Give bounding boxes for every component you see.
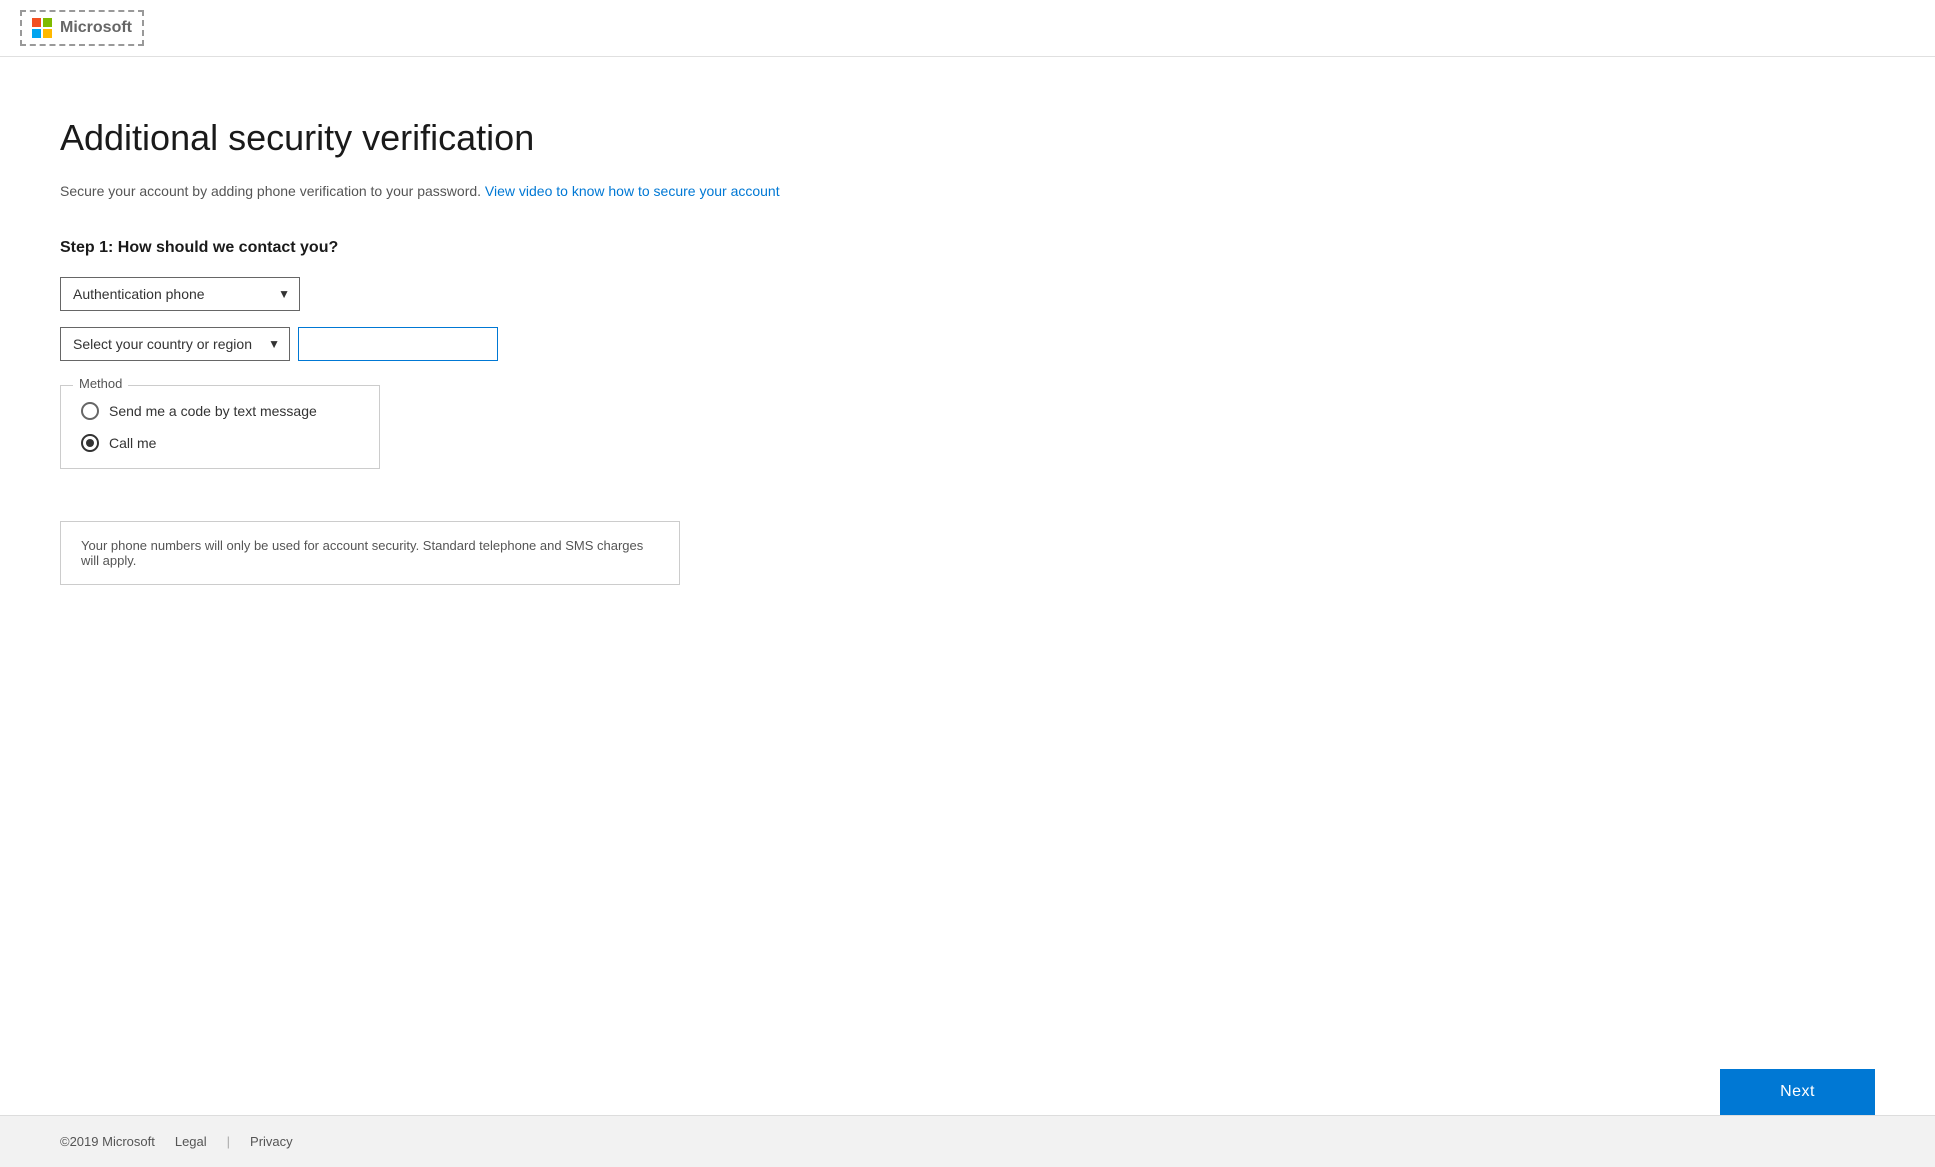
contact-method-wrapper: Authentication phone Mobile app ▼ [60,277,300,311]
ms-grid-icon [32,18,52,38]
privacy-link[interactable]: Privacy [250,1134,293,1149]
ms-yellow-square [43,29,52,38]
legal-link[interactable]: Legal [175,1134,207,1149]
radio-call-dot [86,439,94,447]
radio-call-circle [81,434,99,452]
page-title: Additional security verification [60,117,900,159]
phone-row: Select your country or region United Sta… [60,327,900,361]
page-header: Microsoft [0,0,1935,57]
ms-red-square [32,18,41,27]
next-button-container: Next [0,1069,1935,1115]
next-button[interactable]: Next [1720,1069,1875,1115]
method-legend: Method [73,376,128,391]
subtitle-link[interactable]: View video to know how to secure your ac… [485,183,780,199]
radio-text-label: Send me a code by text message [109,403,317,419]
ms-blue-square [32,29,41,38]
copyright: ©2019 Microsoft [60,1134,155,1149]
microsoft-name: Microsoft [60,19,132,37]
microsoft-logo[interactable]: Microsoft [20,10,144,46]
country-select-wrapper: Select your country or region United Sta… [60,327,290,361]
country-select[interactable]: Select your country or region United Sta… [60,327,290,361]
page-footer: ©2019 Microsoft Legal | Privacy [0,1115,1935,1167]
radio-text-circle [81,402,99,420]
phone-number-input[interactable] [298,327,498,361]
radio-text-message[interactable]: Send me a code by text message [81,402,359,420]
method-box: Method Send me a code by text message Ca… [60,385,380,469]
ms-green-square [43,18,52,27]
subtitle: Secure your account by adding phone veri… [60,183,900,199]
contact-method-group: Authentication phone Mobile app ▼ [60,277,900,311]
contact-method-select[interactable]: Authentication phone Mobile app [60,277,300,311]
footer-note: Your phone numbers will only be used for… [60,521,680,585]
radio-call-label: Call me [109,435,156,451]
step-label: Step 1: How should we contact you? [60,239,900,257]
radio-call-me[interactable]: Call me [81,434,359,452]
subtitle-text: Secure your account by adding phone veri… [60,183,481,199]
footer-divider: | [227,1134,230,1149]
main-content: Additional security verification Secure … [0,57,960,1089]
